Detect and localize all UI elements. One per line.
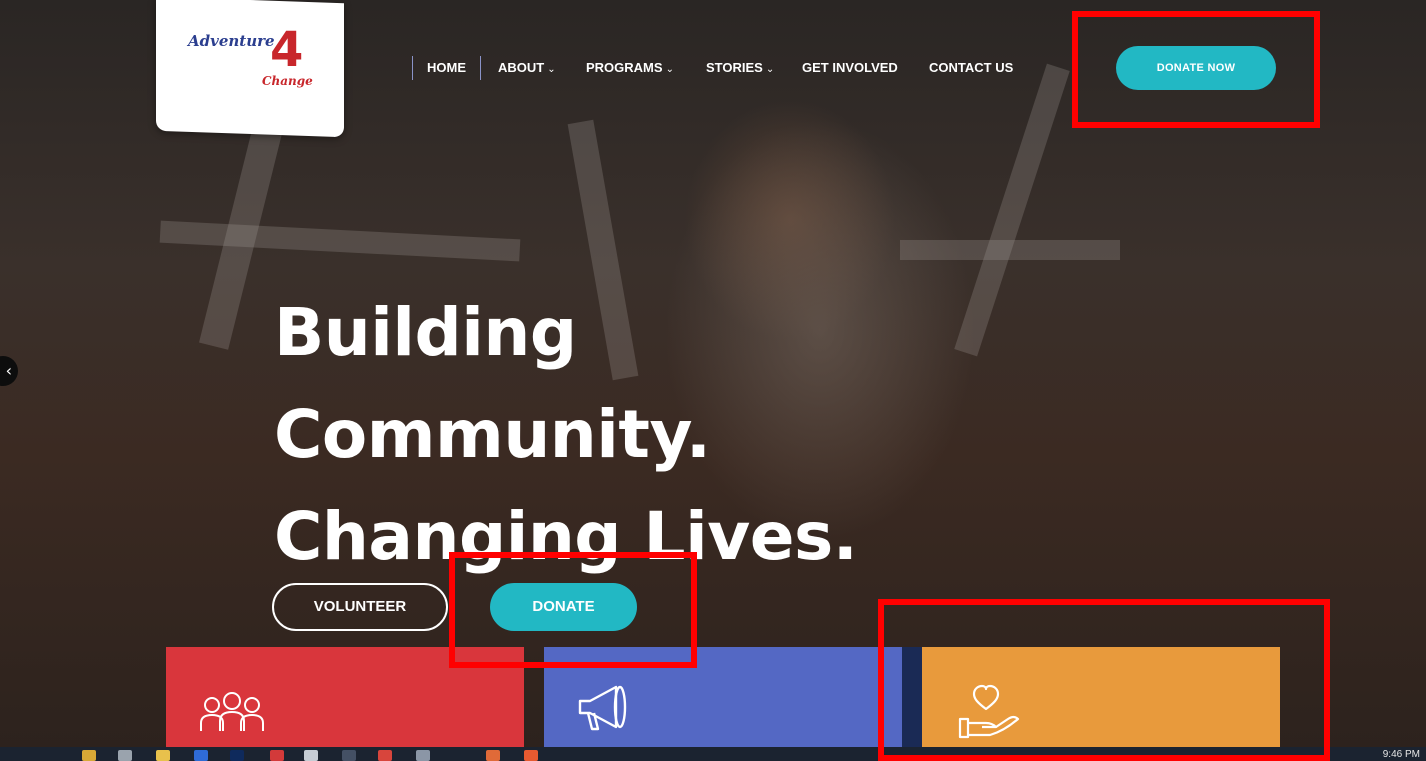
file-explorer-icon[interactable] [82,750,96,761]
background-chair-seat [159,220,521,262]
app-icon[interactable] [230,750,244,761]
logo-four: 4 [270,22,304,78]
chevron-down-icon: ⌄ [665,64,674,75]
highlight-box-donate [449,552,697,668]
nav-get-involved-label: GET INVOLVED [802,60,898,75]
app-icon[interactable] [156,750,170,761]
nav-item-get-involved[interactable]: GET INVOLVED [802,56,898,80]
app-icon[interactable] [270,750,284,761]
app-icon[interactable] [378,750,392,761]
nav-item-stories[interactable]: STORIES ⌄ [706,56,774,82]
app-icon[interactable] [416,750,430,761]
background-chair-seat [900,240,1120,260]
nav-contact-us-label: CONTACT US [929,60,1014,75]
people-icon [200,692,264,731]
nav-about-label: ABOUT [498,60,545,75]
nav-programs-label: PROGRAMS [586,60,663,75]
logo-word-adventure: Adventure [188,32,275,50]
nav-item-programs[interactable]: PROGRAMS ⌄ [586,56,674,82]
nav-item-contact-us[interactable]: CONTACT US [929,56,1013,80]
headline-line-1: Building [274,294,577,371]
chevron-down-icon: ⌄ [547,64,556,75]
volunteer-button[interactable]: VOLUNTEER [272,583,448,631]
nav-home-label: HOME [427,60,466,75]
logo-card[interactable] [156,0,344,138]
hero-headline: Building Community. Changing Lives. [274,282,858,588]
nav-item-about[interactable]: ABOUT ⌄ [498,56,556,82]
nav-item-home[interactable]: HOME [412,56,481,80]
headline-line-2: Community. [274,396,711,473]
chrome-icon[interactable] [304,750,318,761]
megaphone-icon [578,685,627,731]
store-icon[interactable] [118,750,132,761]
highlight-box-give-tile [878,599,1330,761]
chevron-down-icon: ⌄ [765,64,775,75]
nav-stories-label: STORIES [706,60,763,75]
highlight-box-donate-now [1072,11,1320,128]
background-chair-leg [954,63,1070,357]
app-icon[interactable] [524,750,538,761]
app-icon[interactable] [342,750,356,761]
app-icon[interactable] [194,750,208,761]
app-icon[interactable] [486,750,500,761]
logo-word-change: Change [262,74,313,88]
taskbar-clock: 9:46 PM [1382,749,1420,760]
